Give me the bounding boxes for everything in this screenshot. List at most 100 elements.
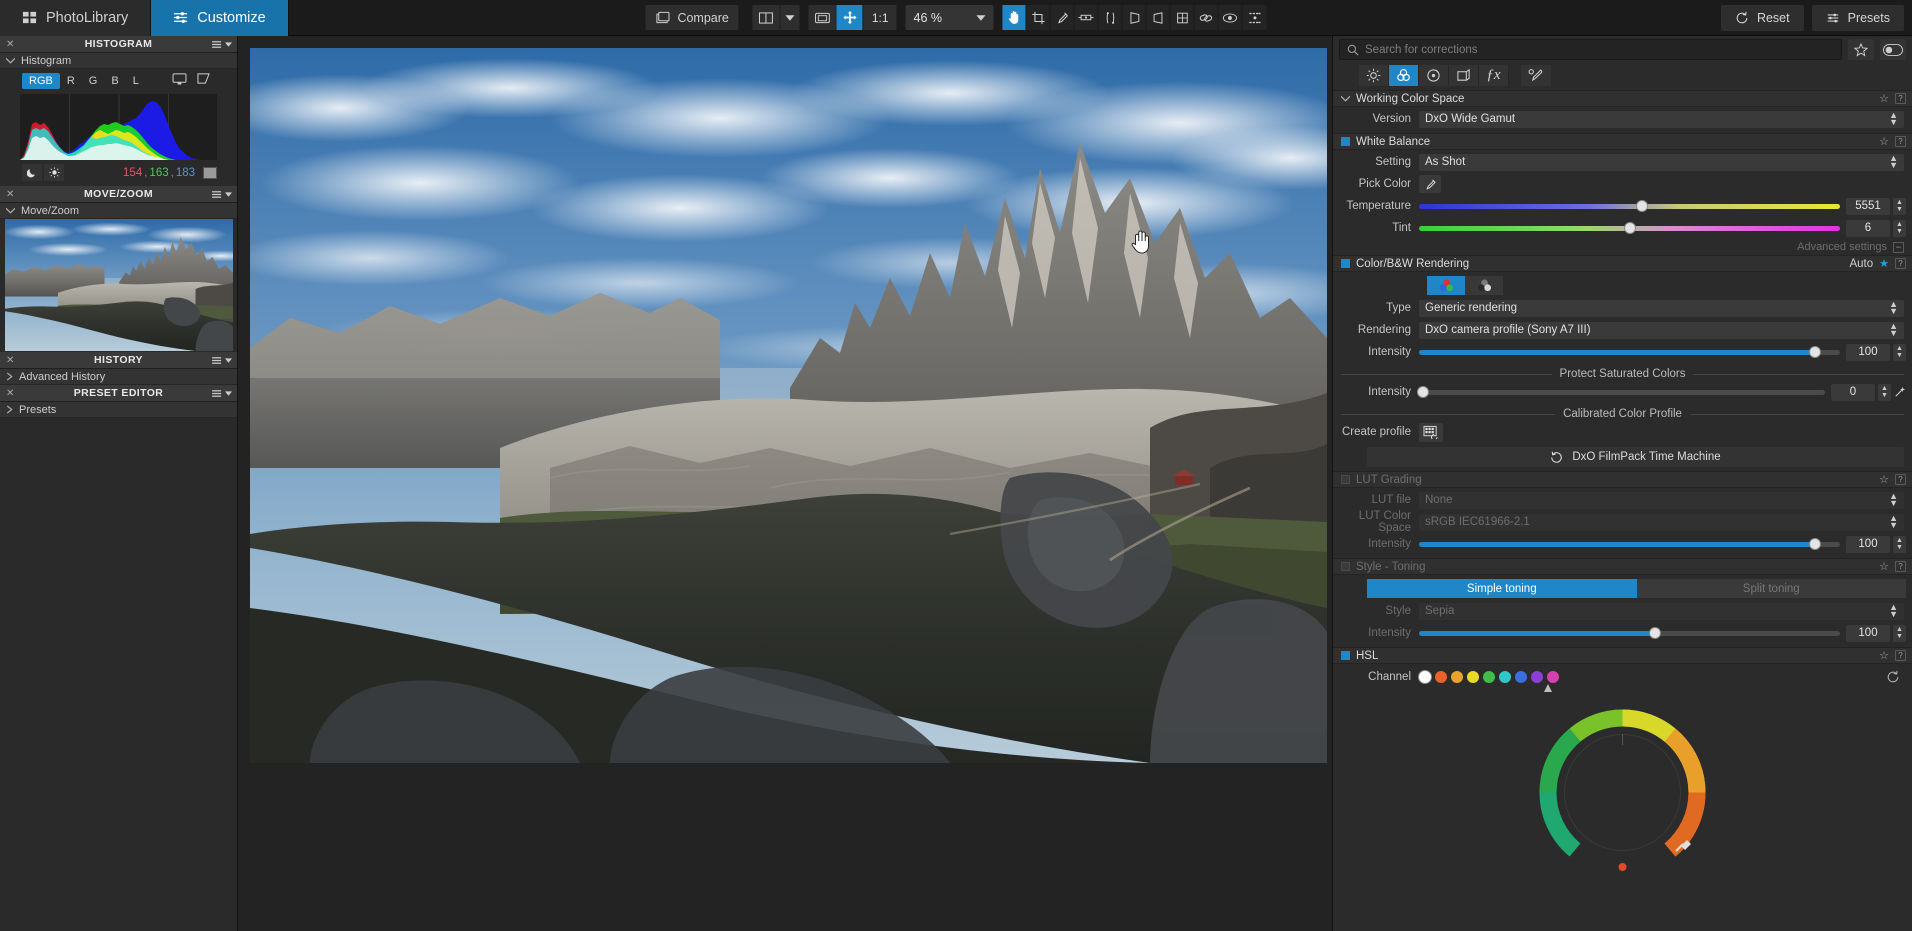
toning-style-select[interactable]: Sepia ▲ ▼: [1419, 602, 1904, 620]
tab-split-toning[interactable]: Split toning: [1636, 579, 1906, 598]
hand-tool[interactable]: [1002, 5, 1027, 30]
hsl-channel-purple[interactable]: [1531, 671, 1543, 683]
tint-value[interactable]: 6: [1846, 219, 1890, 237]
color-bw-intensity-value[interactable]: 100: [1846, 343, 1890, 361]
protect-intensity-value[interactable]: 0: [1831, 383, 1875, 401]
mode-tab-customize[interactable]: Customize: [151, 0, 289, 36]
hsl-channel-yellow[interactable]: [1467, 671, 1479, 683]
star-icon[interactable]: ☆: [1879, 473, 1889, 486]
close-icon[interactable]: ✕: [6, 355, 14, 366]
section-working-color-space[interactable]: Working Color Space ☆ ?: [1333, 90, 1912, 107]
hsl-channel-all[interactable]: [1419, 671, 1431, 683]
white-balance-enabled-checkbox[interactable]: [1341, 137, 1350, 146]
temperature-slider-knob[interactable]: [1636, 200, 1649, 212]
toning-intensity-spinner[interactable]: ▲ ▼: [1893, 624, 1906, 642]
bw-circles-icon[interactable]: [1465, 276, 1503, 295]
hsl-color-wheel[interactable]: [1535, 705, 1710, 880]
move-icon[interactable]: [835, 5, 863, 30]
compare-button[interactable]: Compare: [645, 5, 739, 30]
star-icon[interactable]: ★: [1879, 257, 1889, 270]
tint-slider-knob[interactable]: [1623, 222, 1636, 234]
tint-spinner[interactable]: ▲ ▼: [1893, 219, 1906, 237]
hsl-channel-blue[interactable]: [1515, 671, 1527, 683]
star-icon[interactable]: ☆: [1879, 649, 1889, 662]
history-menu-icon[interactable]: [211, 356, 232, 365]
keystone-right-tool[interactable]: [1147, 5, 1171, 30]
histogram-mode-l[interactable]: L: [126, 73, 146, 89]
create-profile-button[interactable]: [1419, 422, 1443, 442]
zoom-ratio-label[interactable]: 1:1: [862, 5, 897, 30]
view-mode-dropdown-icon[interactable]: [779, 5, 800, 30]
color-category[interactable]: [1389, 65, 1419, 86]
presets-item[interactable]: Presets: [0, 402, 237, 418]
gamut-warning-icon[interactable]: [196, 73, 211, 85]
detail-category[interactable]: [1419, 65, 1449, 86]
horizon-tool[interactable]: [1075, 5, 1099, 30]
style-toning-enabled-checkbox[interactable]: [1341, 562, 1350, 571]
moon-icon[interactable]: [22, 164, 42, 181]
hsl-channel-cyan[interactable]: [1499, 671, 1511, 683]
light-category[interactable]: [1359, 65, 1389, 86]
keystone-left-tool[interactable]: [1123, 5, 1147, 30]
reset-icon[interactable]: [1886, 670, 1906, 684]
crop-tool[interactable]: [1027, 5, 1051, 30]
lut-intensity-spinner[interactable]: ▲ ▼: [1893, 535, 1906, 553]
sun-icon[interactable]: [44, 164, 64, 181]
hsl-enabled-checkbox[interactable]: [1341, 651, 1350, 660]
color-bw-auto-label[interactable]: Auto: [1849, 258, 1873, 270]
help-icon[interactable]: ?: [1895, 561, 1906, 572]
protect-intensity-spinner[interactable]: ▲ ▼: [1878, 383, 1891, 401]
lut-grading-enabled-checkbox[interactable]: [1341, 475, 1350, 484]
rendering-select[interactable]: DxO camera profile (Sony A7 III) ▲ ▼: [1419, 321, 1904, 339]
histogram-mode-rgb[interactable]: RGB: [22, 73, 60, 89]
type-select[interactable]: Generic rendering ▲ ▼: [1419, 299, 1904, 317]
hsl-channel-red[interactable]: [1435, 671, 1447, 683]
repair-tool[interactable]: [1195, 5, 1219, 30]
star-icon[interactable]: ☆: [1879, 92, 1889, 105]
histogram-subsection[interactable]: Histogram: [0, 53, 237, 69]
temperature-spinner[interactable]: ▲ ▼: [1893, 197, 1906, 215]
filmpack-time-machine-button[interactable]: DxO FilmPack Time Machine: [1367, 447, 1904, 467]
movezoom-menu-icon[interactable]: [211, 190, 232, 199]
section-color-bw-rendering[interactable]: Color/B&W Rendering Auto ★ ?: [1333, 255, 1912, 272]
search-input[interactable]: [1365, 43, 1834, 56]
rgb-circles-icon[interactable]: [1427, 276, 1465, 295]
toning-intensity-knob[interactable]: [1648, 627, 1661, 639]
toning-intensity-value[interactable]: 100: [1846, 624, 1890, 642]
local-adjust-tool[interactable]: [1243, 5, 1267, 30]
lut-intensity-knob[interactable]: [1808, 538, 1821, 550]
version-select[interactable]: DxO Wide Gamut ▲ ▼: [1419, 110, 1904, 128]
color-bw-enabled-checkbox[interactable]: [1341, 259, 1350, 268]
histogram-mode-b[interactable]: B: [104, 73, 125, 89]
preset-editor-menu-icon[interactable]: [211, 389, 232, 398]
split-view-icon[interactable]: [752, 5, 780, 30]
advanced-settings-expand-icon[interactable]: −: [1893, 241, 1904, 253]
navigator-thumbnail-wrap[interactable]: [0, 219, 237, 351]
advanced-settings-label[interactable]: Advanced settings: [1797, 241, 1887, 253]
image-preview[interactable]: [250, 48, 1327, 763]
forced-parallel-tool[interactable]: [1171, 5, 1195, 30]
zoom-level-dropdown[interactable]: 46 %: [905, 5, 994, 30]
effects-category[interactable]: ƒx: [1479, 65, 1509, 86]
soft-proofing-icon[interactable]: [172, 73, 187, 85]
tint-slider[interactable]: [1419, 218, 1840, 238]
close-icon[interactable]: ✕: [6, 189, 14, 200]
section-hsl[interactable]: HSL ☆ ?: [1333, 647, 1912, 664]
help-icon[interactable]: ?: [1895, 136, 1906, 147]
close-icon[interactable]: ✕: [6, 39, 14, 50]
help-icon[interactable]: ?: [1895, 650, 1906, 661]
local-adjustments-category[interactable]: [1521, 65, 1551, 86]
section-lut-grading[interactable]: LUT Grading ☆ ?: [1333, 471, 1912, 488]
close-icon[interactable]: ✕: [6, 388, 14, 399]
perspective-tool[interactable]: [1099, 5, 1123, 30]
histogram-mode-g[interactable]: G: [82, 73, 105, 89]
hsl-channel-magenta[interactable]: [1547, 671, 1559, 683]
protect-intensity-slider[interactable]: [1417, 382, 1825, 402]
help-icon[interactable]: ?: [1895, 93, 1906, 104]
hsl-channel-green[interactable]: [1483, 671, 1495, 683]
star-icon[interactable]: ☆: [1879, 135, 1889, 148]
search-box[interactable]: [1339, 39, 1842, 60]
hsl-channel-orange[interactable]: [1451, 671, 1463, 683]
section-style-toning[interactable]: Style - Toning ☆ ?: [1333, 558, 1912, 575]
histogram-menu-icon[interactable]: [211, 40, 232, 49]
